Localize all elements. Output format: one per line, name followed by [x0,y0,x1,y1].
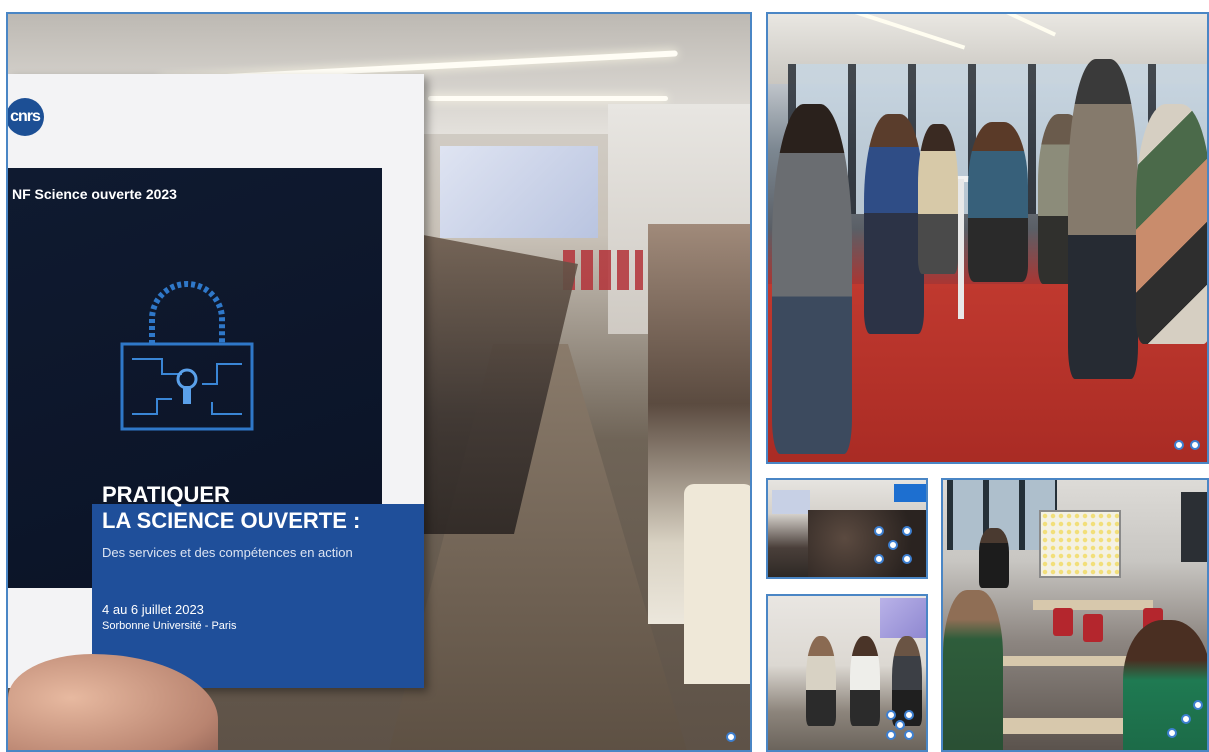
wall-screen [1181,492,1207,562]
image-marker[interactable] [874,526,884,536]
image-marker[interactable] [1193,700,1203,710]
standing-table-leg [958,179,964,319]
person-tall [1068,59,1138,379]
speaker [850,636,880,726]
image-marker[interactable] [1167,728,1177,738]
image-marker[interactable] [902,526,912,536]
person [968,122,1028,282]
person-patterned-dress [1136,104,1207,344]
photo-workshop-room[interactable] [941,478,1209,752]
event-venue: Sorbonne Université - Paris [102,620,237,632]
image-marker[interactable] [902,554,912,564]
projection-screen [440,146,598,238]
projection-screen [880,598,926,638]
photo-small-lecture[interactable] [766,478,928,579]
audience [808,510,926,577]
image-marker[interactable] [886,730,896,740]
red-chair [1053,608,1073,636]
participant-man [943,590,1003,750]
person [864,114,924,334]
image-marker[interactable] [904,710,914,720]
tv-screen [894,484,926,502]
image-marker[interactable] [904,730,914,740]
circuit-padlock-icon [120,281,254,431]
image-marker[interactable] [886,710,896,720]
cnrs-logo: cnrs [8,98,44,136]
image-marker[interactable] [1174,440,1184,450]
brochure-subtitle: Des services et des compétences en actio… [102,545,353,560]
tote-bag [684,484,750,684]
person [918,124,958,274]
photo-reception-red-floor[interactable] [766,12,1209,464]
image-marker[interactable] [874,554,884,564]
red-chair [1083,614,1103,642]
ceiling-light [428,96,668,101]
projection-screen [772,490,810,514]
participant-woman [1123,620,1207,750]
speaker [806,636,836,726]
photo-lecture-hall-brochure[interactable]: cnrs NF Science ouverte 2023 PRATIQUER L… [6,12,752,752]
image-marker[interactable] [1190,440,1200,450]
image-marker[interactable] [726,732,736,742]
conference-brochure: cnrs NF Science ouverte 2023 PRATIQUER L… [8,74,424,688]
sticky-note-board [1039,510,1121,578]
image-marker[interactable] [895,720,905,730]
photo-panel-speakers[interactable] [766,594,928,752]
person-backpack [772,104,852,454]
image-marker[interactable] [888,540,898,550]
presenter [979,528,1009,588]
table [1033,600,1153,610]
image-marker[interactable] [1181,714,1191,724]
headline-line-2: LA SCIENCE OUVERTE : [102,508,361,533]
headline-line-1: PRATIQUER [102,482,230,507]
conference-title: NF Science ouverte 2023 [12,186,177,202]
brochure-headline: PRATIQUER LA SCIENCE OUVERTE : [102,482,360,534]
event-dates: 4 au 6 juillet 2023 [102,602,204,617]
